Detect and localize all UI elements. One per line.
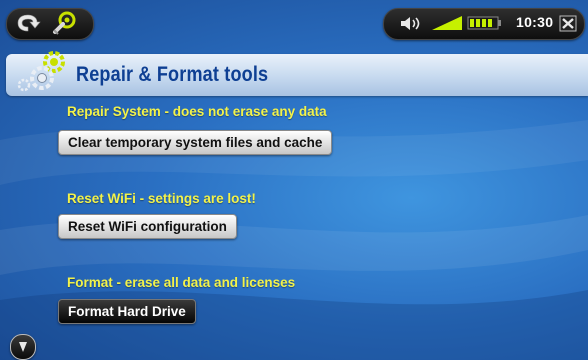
back-arrow-icon[interactable] xyxy=(14,12,42,34)
format-heading: Format - erase all data and licenses xyxy=(67,275,296,290)
wifi-signal-icon xyxy=(432,16,462,30)
status-bar: 10:30 xyxy=(0,0,588,46)
close-icon[interactable] xyxy=(559,15,577,32)
volume-icon[interactable] xyxy=(399,15,425,32)
reset-wifi-button[interactable]: Reset WiFi configuration xyxy=(58,214,237,239)
reset-wifi-heading: Reset WiFi - settings are lost! xyxy=(67,191,256,206)
page-title: Repair & Format tools xyxy=(76,63,269,86)
clock: 10:30 xyxy=(516,14,554,30)
clear-temp-files-button[interactable]: Clear temporary system files and cache xyxy=(58,130,333,155)
scroll-down-icon xyxy=(19,342,27,352)
scroll-down-button[interactable] xyxy=(10,334,36,360)
format-hard-drive-button[interactable]: Format Hard Drive xyxy=(58,299,196,324)
repair-system-heading: Repair System - does not erase any data xyxy=(67,104,327,119)
tools-icon[interactable] xyxy=(50,10,78,36)
battery-icon xyxy=(467,16,501,30)
gears-icon xyxy=(17,51,65,92)
